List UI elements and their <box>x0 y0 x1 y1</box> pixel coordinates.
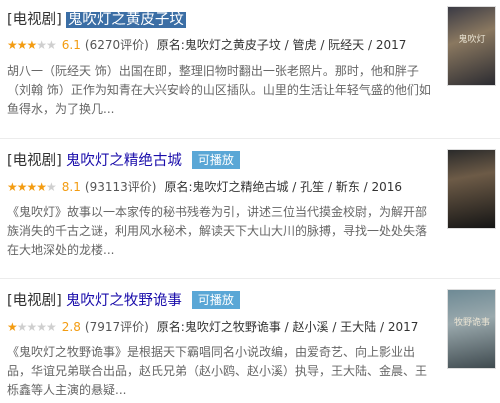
rating-count: (6270评价) <box>84 38 149 52</box>
result-title-link[interactable]: 鬼吹灯之牧野诡事 <box>66 293 182 309</box>
rating-row: ★★★★★ 2.8 (7917评价) 原名:鬼吹灯之牧野诡事 / 赵小溪 / 王大陆 … <box>7 319 418 335</box>
stars-filled: ★★★★ <box>7 180 47 194</box>
category-tag: [电视剧] <box>7 293 62 309</box>
result-title-link[interactable]: 鬼吹灯之黄皮子坟 <box>65 12 186 28</box>
category-tag: [电视剧] <box>7 12 62 28</box>
star-rating: ★★★★★ <box>7 320 57 334</box>
result-title-link[interactable]: 鬼吹灯之精绝古城 <box>66 153 182 169</box>
stars-empty: ★★★★ <box>16 320 57 334</box>
category-tag: [电视剧] <box>7 153 62 169</box>
poster-image[interactable]: 鬼吹灯 <box>447 6 496 86</box>
rating-row: ★★★★★ 6.1 (6270评价) 原名:鬼吹灯之黄皮子坟 / 管虎 / 阮经天 /… <box>7 37 406 53</box>
stars-empty: ★★ <box>36 38 56 52</box>
result-description: 《鬼吹灯》故事以一本家传的秘书残卷为引，讲述三位当代摸金校尉，为解开部族消失的千… <box>7 205 428 257</box>
rating-score: 2.8 <box>61 320 81 334</box>
star-rating: ★★★★★ <box>7 38 57 52</box>
stars-empty: ★ <box>46 180 57 194</box>
search-result: [电视剧] 鬼吹灯之黄皮子坟 ★★★★★ 6.1 (6270评价) 原名:鬼吹灯之黄皮子… <box>0 0 500 126</box>
rating-row: ★★★★★ 8.1 (93113评价) 原名:鬼吹灯之精绝古城 / 孔笙 / 靳东 /… <box>7 179 402 195</box>
result-description: 胡八一（阮经天 饰）出国在即，整理旧物时翻出一张老照片。那时，他和胖子（刘翰 饰… <box>7 64 431 116</box>
result-description: 《鬼吹灯之牧野诡事》是根据天下霸唱同名小说改编，由爱奇艺、向上影业出品，华谊兄弟… <box>7 345 428 397</box>
result-title-row: [电视剧] 鬼吹灯之牧野诡事 可播放 <box>7 291 240 311</box>
poster-caption: 鬼吹灯 <box>458 35 486 45</box>
rating-count: (93113评价) <box>84 180 157 194</box>
star-rating: ★★★★★ <box>7 180 57 194</box>
playable-badge[interactable]: 可播放 <box>191 151 240 169</box>
original-info: 原名:鬼吹灯之精绝古城 / 孔笙 / 靳东 / 2016 <box>164 180 403 194</box>
playable-badge[interactable]: 可播放 <box>191 291 240 309</box>
rating-score: 6.1 <box>61 38 81 52</box>
search-result: [电视剧] 鬼吹灯之精绝古城 可播放 ★★★★★ 8.1 (93113评价) 原名:鬼吹灯… <box>0 138 500 265</box>
rating-score: 8.1 <box>61 180 81 194</box>
poster-caption: 牧野诡事 <box>453 318 490 328</box>
original-info: 原名:鬼吹灯之黄皮子坟 / 管虎 / 阮经天 / 2017 <box>156 38 407 52</box>
stars-filled: ★ <box>7 320 18 334</box>
poster-image[interactable] <box>447 149 496 229</box>
original-info: 原名:鬼吹灯之牧野诡事 / 赵小溪 / 王大陆 / 2017 <box>156 320 419 334</box>
poster-image[interactable]: 牧野诡事 <box>447 289 496 369</box>
search-result: [电视剧] 鬼吹灯之牧野诡事 可播放 ★★★★★ 2.8 (7917评价) 原名:鬼吹灯之… <box>0 278 500 403</box>
rating-count: (7917评价) <box>84 320 149 334</box>
result-title-row: [电视剧] 鬼吹灯之黄皮子坟 <box>7 10 186 30</box>
stars-filled: ★★★ <box>7 38 37 52</box>
result-title-row: [电视剧] 鬼吹灯之精绝古城 可播放 <box>7 151 240 171</box>
